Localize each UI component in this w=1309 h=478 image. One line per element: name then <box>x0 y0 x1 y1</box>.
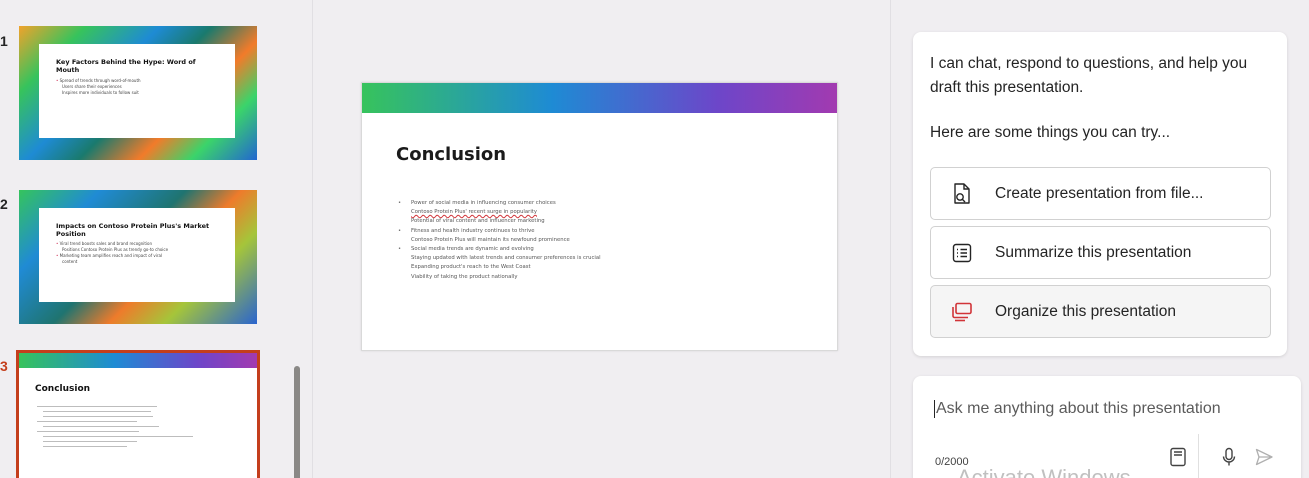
thumbnail-title: Impacts on Contoso Protein Plus's Market… <box>56 222 210 238</box>
activate-windows-watermark: Activate Windows <box>957 465 1131 478</box>
slides-stack-icon <box>949 299 975 325</box>
slide-thumbnail-1[interactable]: Key Factors Behind the Hype: Word of Mou… <box>19 26 257 160</box>
copilot-pane: I can chat, respond to questions, and he… <box>892 0 1309 478</box>
copilot-input-card: 0/2000 Activate Windows <box>913 376 1301 478</box>
thumbnail-content: Key Factors Behind the Hype: Word of Mou… <box>39 44 235 138</box>
copilot-message-card: I can chat, respond to questions, and he… <box>913 32 1287 356</box>
thumbnail-content: Impacts on Contoso Protein Plus's Market… <box>39 208 235 302</box>
thumbnail-title: Key Factors Behind the Hype: Word of Mou… <box>56 58 196 74</box>
suggestion-label: Organize this presentation <box>995 302 1176 320</box>
send-icon[interactable] <box>1253 446 1275 468</box>
slide-title[interactable]: Conclusion <box>396 144 506 165</box>
current-slide[interactable]: Conclusion Power of social media in infl… <box>361 82 838 351</box>
slide-number-1: 1 <box>0 33 8 49</box>
slide-subpoint: Potential of viral content and influence… <box>411 218 545 225</box>
thumbnail-body-lines <box>37 406 257 447</box>
slide-subpoint: Staying updated with latest trends and c… <box>411 255 601 262</box>
suggestion-label: Summarize this presentation <box>995 243 1192 261</box>
microphone-icon[interactable] <box>1218 446 1240 468</box>
slide-thumbnail-3-selected[interactable]: Conclusion <box>16 350 260 478</box>
slide-bullet: Social media trends are dynamic and evol… <box>398 245 601 254</box>
slide-subpoint: Contoso Protein Plus' recent surge in po… <box>411 209 537 216</box>
slide-subpoint: Viability of taking the product national… <box>411 273 518 280</box>
organize-presentation-button[interactable]: Organize this presentation <box>930 285 1271 338</box>
slide-subpoint: Contoso Protein Plus will maintain its n… <box>411 236 570 243</box>
input-divider <box>1198 434 1199 478</box>
slide-header-bar <box>362 83 837 113</box>
create-presentation-from-file-button[interactable]: Create presentation from file... <box>930 167 1271 220</box>
thumbnail-line: Inspires more individuals to follow suit <box>62 90 139 95</box>
slide-editor: Conclusion Power of social media in infl… <box>314 0 891 478</box>
thumbnail-header-bar <box>19 353 257 368</box>
slide-number-3: 3 <box>0 358 8 374</box>
slide-number-2: 2 <box>0 196 8 212</box>
prompt-guide-icon[interactable] <box>1167 446 1189 468</box>
slide-subpoint: Expanding product's reach to the West Co… <box>411 264 531 271</box>
ask-input[interactable] <box>934 400 1284 418</box>
copilot-intro-text: I can chat, respond to questions, and he… <box>930 55 1248 96</box>
thumbnail-title: Conclusion <box>35 384 91 394</box>
slide-thumbnail-2[interactable]: Impacts on Contoso Protein Plus's Market… <box>19 190 257 324</box>
slide-body[interactable]: Power of social media in influencing con… <box>398 199 601 282</box>
thumbnail-scrollbar[interactable] <box>294 366 300 478</box>
suggestion-label: Create presentation from file... <box>995 184 1204 202</box>
summarize-presentation-button[interactable]: Summarize this presentation <box>930 226 1271 279</box>
slide-bullet: Fitness and health industry continues to… <box>398 227 601 236</box>
list-icon <box>949 240 975 266</box>
file-search-icon <box>949 181 975 207</box>
copilot-try-text: Here are some things you can try... <box>930 124 1171 141</box>
thumbnail-line: content <box>62 259 78 264</box>
slide-thumbnail-pane: 1 Key Factors Behind the Hype: Word of M… <box>0 0 313 478</box>
slide-bullet: Power of social media in influencing con… <box>398 199 601 208</box>
